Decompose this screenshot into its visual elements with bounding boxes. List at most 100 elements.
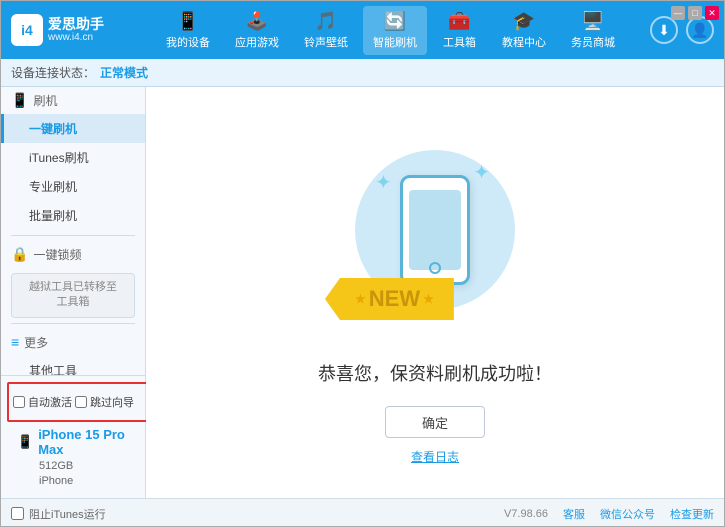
app-window: — □ ✕ i4 爱思助手 www.i4.cn 📱 我的设备 🕹️ 应用游戏 🎵…: [0, 0, 725, 527]
sidebar: 📱 刷机 一键刷机 iTunes刷机 专业刷机 批量刷机 🔒 一键锁频: [1, 87, 146, 498]
sidebar-section-disabled: 🔒 一键锁频 越狱工具已转移至工具箱: [1, 241, 145, 318]
logo-icon: i4: [11, 14, 43, 46]
lock-icon: 🔒: [11, 246, 28, 263]
skip-guide-input[interactable]: [75, 396, 87, 408]
footer: 阻止iTunes运行 V7.98.66 客服 微信公众号 检查更新: [1, 498, 724, 527]
nav-bar: 📱 我的设备 🕹️ 应用游戏 🎵 铃声壁纸 🔄 智能刷机 🧰 工具箱 🎓: [131, 6, 650, 55]
nav-item-ringtones[interactable]: 🎵 铃声壁纸: [294, 6, 358, 55]
nav-label-apps-games: 应用游戏: [235, 34, 279, 50]
skip-guide-label: 跳过向导: [90, 394, 134, 410]
itunes-block-input[interactable]: [11, 507, 24, 520]
download-button[interactable]: ⬇: [650, 16, 678, 44]
sparkle-right: ✦: [473, 160, 490, 185]
logo-text: 爱思助手 www.i4.cn: [48, 16, 104, 45]
device-name-text: iPhone 15 Pro Max: [38, 427, 129, 457]
more-section-label: 更多: [24, 334, 48, 351]
auto-activate-checkbox[interactable]: 自动激活: [13, 394, 72, 410]
nav-item-tutorial[interactable]: 🎓 教程中心: [492, 6, 556, 55]
sidebar-section-header-more: ≡ 更多: [1, 329, 145, 356]
footer-link-update[interactable]: 检查更新: [670, 506, 714, 522]
itunes-block-label: 阻止iTunes运行: [29, 506, 106, 522]
tutorial-icon: 🎓: [513, 11, 535, 32]
sidebar-section-header-flash: 📱 刷机: [1, 87, 145, 114]
sidebar-section-flash: 📱 刷机 一键刷机 iTunes刷机 专业刷机 批量刷机: [1, 87, 145, 230]
version-text: V7.98.66: [504, 508, 548, 520]
apps-icon: 🕹️: [246, 11, 268, 32]
sparkle-left: ✦: [375, 170, 392, 195]
status-bar: 设备连接状态： 正常模式: [1, 59, 724, 87]
new-badge-text: NEW: [369, 286, 420, 312]
device-name-icon: 📱: [17, 434, 33, 450]
disabled-notice-box: 越狱工具已转移至工具箱: [11, 273, 135, 318]
nav-label-ringtones: 铃声壁纸: [304, 34, 348, 50]
phone-home-button: [429, 262, 441, 274]
status-label: 设备连接状态：: [11, 64, 95, 81]
minimize-button[interactable]: —: [671, 6, 685, 20]
sidebar-section-header-disabled: 🔒 一键锁频: [1, 241, 145, 268]
sidebar-item-one-key-flash[interactable]: 一键刷机: [1, 114, 145, 143]
nav-item-my-device[interactable]: 📱 我的设备: [156, 6, 220, 55]
device-checkboxes: 自动激活 跳过向导: [7, 382, 152, 422]
maximize-button[interactable]: □: [688, 6, 702, 20]
header-right: ⬇ 👤: [650, 16, 714, 44]
close-button[interactable]: ✕: [705, 6, 719, 20]
logo: i4 爱思助手 www.i4.cn: [11, 14, 111, 46]
sidebar-bottom: 自动激活 跳过向导 📱 iPhone 15 Pro Max 512GB: [1, 375, 145, 498]
device-name: 📱 iPhone 15 Pro Max: [17, 427, 129, 457]
device-model: iPhone: [17, 475, 129, 487]
device-info: 📱 iPhone 15 Pro Max 512GB iPhone: [7, 422, 139, 492]
nav-item-apps-games[interactable]: 🕹️ 应用游戏: [225, 6, 289, 55]
sidebar-item-other-tools[interactable]: 其他工具: [1, 356, 145, 375]
log-link[interactable]: 查看日志: [411, 448, 459, 465]
nav-label-toolbox: 工具箱: [443, 34, 476, 50]
more-section-icon: ≡: [11, 334, 19, 350]
user-button[interactable]: 👤: [686, 16, 714, 44]
toolbox-icon: 🧰: [448, 11, 470, 32]
ringtones-icon: 🎵: [315, 11, 337, 32]
sidebar-item-pro-flash[interactable]: 专业刷机: [1, 172, 145, 201]
itunes-block-checkbox[interactable]: 阻止iTunes运行: [11, 506, 106, 522]
sidebar-item-batch-flash[interactable]: 批量刷机: [1, 201, 145, 230]
phone-screen: [409, 190, 461, 270]
main-content: ✦ ✦ ★ NEW ★ 恭喜您，保资料刷机成功啦！: [146, 87, 724, 498]
ribbon-star-left: ★: [355, 292, 366, 306]
flash-section-label: 刷机: [33, 92, 57, 109]
nav-item-toolbox[interactable]: 🧰 工具箱: [432, 6, 487, 55]
header: i4 爱思助手 www.i4.cn 📱 我的设备 🕹️ 应用游戏 🎵 铃声壁纸 …: [1, 1, 724, 59]
new-ribbon: ★ NEW ★: [325, 278, 454, 320]
flash-section-icon: 📱: [11, 92, 28, 109]
footer-link-wechat[interactable]: 微信公众号: [600, 506, 655, 522]
smart-flash-icon: 🔄: [384, 11, 406, 32]
device-icon: 📱: [177, 11, 199, 32]
content-row: 📱 刷机 一键刷机 iTunes刷机 专业刷机 批量刷机 🔒 一键锁频: [1, 87, 724, 498]
body-main: 设备连接状态： 正常模式 📱 刷机 一键刷机 iTunes刷机 专业刷机: [1, 59, 724, 527]
disabled-section-label: 一键锁频: [33, 246, 81, 263]
nav-label-my-device: 我的设备: [166, 34, 210, 50]
logo-sub-text: www.i4.cn: [48, 32, 104, 44]
ribbon-star-right: ★: [423, 292, 434, 306]
device-storage: 512GB: [17, 460, 129, 472]
nav-label-tutorial: 教程中心: [502, 34, 546, 50]
skip-guide-checkbox[interactable]: 跳过向导: [75, 394, 134, 410]
status-mode: 正常模式: [100, 64, 148, 81]
sidebar-scroll: 📱 刷机 一键刷机 iTunes刷机 专业刷机 批量刷机 🔒 一键锁频: [1, 87, 145, 375]
ok-button[interactable]: 确定: [385, 406, 485, 438]
disabled-notice-text: 越狱工具已转移至工具箱: [29, 281, 117, 308]
success-image: ✦ ✦ ★ NEW ★: [335, 120, 535, 340]
auto-activate-input[interactable]: [13, 396, 25, 408]
footer-link-service[interactable]: 客服: [563, 506, 585, 522]
auto-activate-label: 自动激活: [28, 394, 72, 410]
phone-body: [400, 175, 470, 285]
success-title: 恭喜您，保资料刷机成功啦！: [318, 360, 552, 386]
nav-item-smart-flash[interactable]: 🔄 智能刷机: [363, 6, 427, 55]
sidebar-item-itunes-flash[interactable]: iTunes刷机: [1, 143, 145, 172]
sidebar-divider-1: [11, 235, 135, 236]
sidebar-section-more: ≡ 更多 其他工具 下载固件 高级功能: [1, 329, 145, 375]
nav-label-smart-flash: 智能刷机: [373, 34, 417, 50]
logo-main-text: 爱思助手: [48, 16, 104, 33]
nav-label-service: 务员商城: [571, 34, 615, 50]
window-controls: — □ ✕: [671, 6, 719, 20]
nav-item-service[interactable]: 🖥️ 务员商城: [561, 6, 625, 55]
service-icon: 🖥️: [582, 11, 604, 32]
footer-right: V7.98.66 客服 微信公众号 检查更新: [504, 506, 714, 522]
